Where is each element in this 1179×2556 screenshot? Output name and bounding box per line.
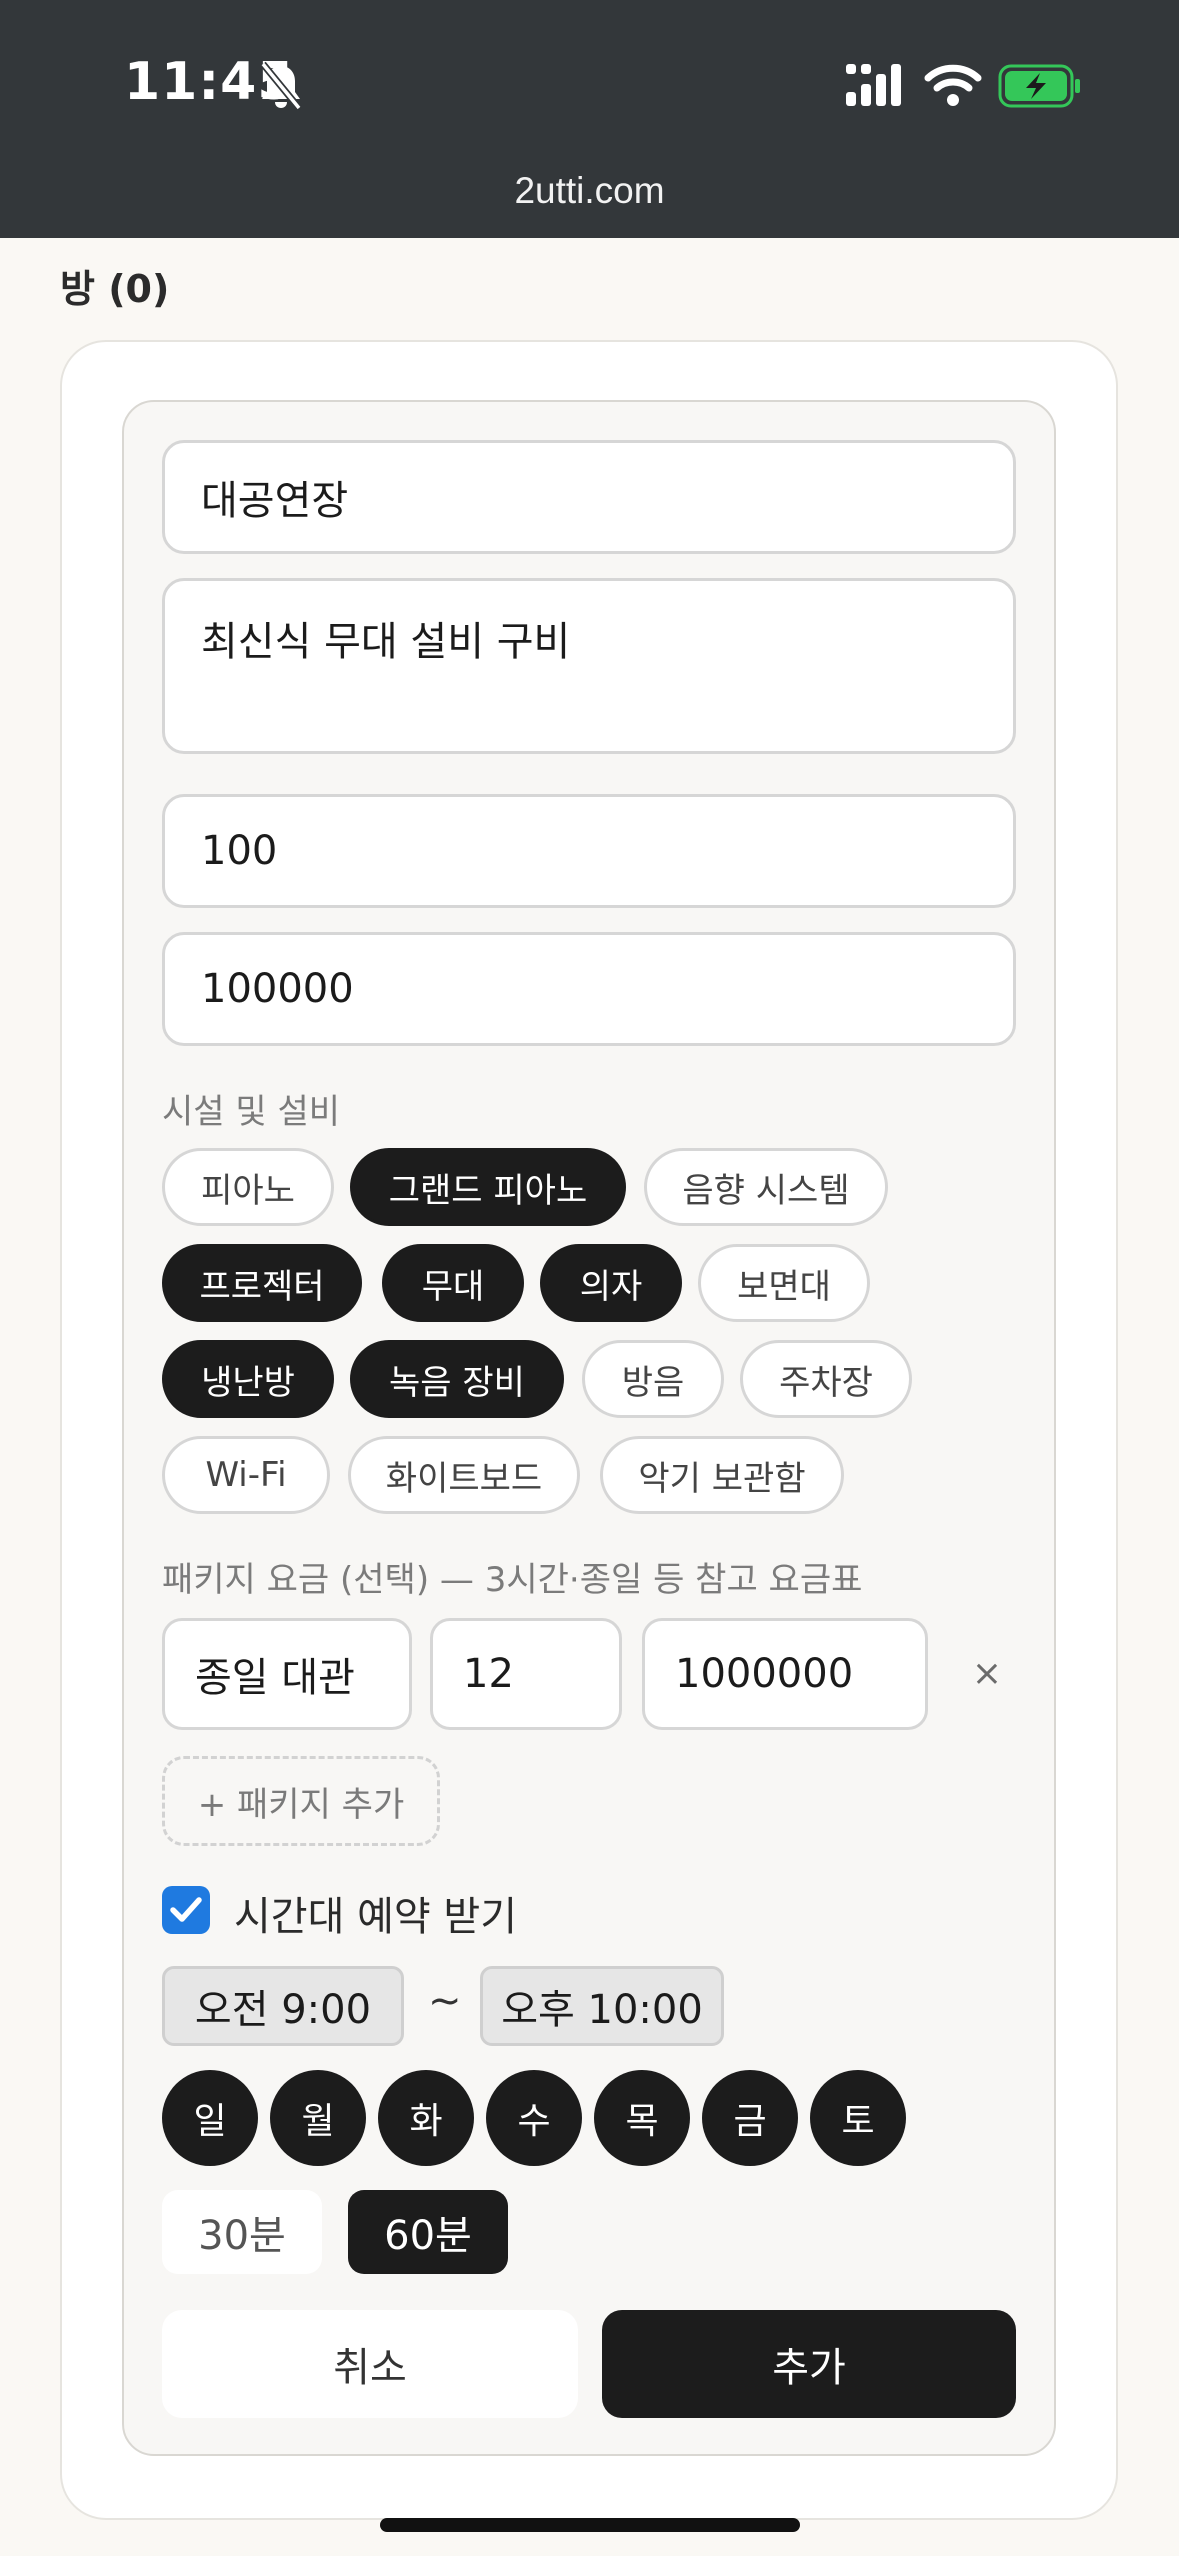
- cellular-signal-icon: [846, 64, 901, 106]
- day-toggle-thu[interactable]: 목: [594, 2070, 690, 2166]
- package-remove-button[interactable]: ×: [966, 1650, 1008, 1698]
- wifi-icon: [924, 64, 982, 106]
- day-toggle-mon[interactable]: 월: [270, 2070, 366, 2166]
- facility-chip-piano[interactable]: 피아노: [162, 1148, 334, 1226]
- day-toggle-fri[interactable]: 금: [702, 2070, 798, 2166]
- add-button[interactable]: 추가: [602, 2310, 1016, 2418]
- package-hours-input[interactable]: 12: [430, 1618, 622, 1730]
- day-toggle-wed[interactable]: 수: [486, 2070, 582, 2166]
- facility-chip-whiteboard[interactable]: 화이트보드: [348, 1436, 580, 1514]
- capacity-input[interactable]: 100: [162, 794, 1016, 908]
- battery-charging-icon: [998, 64, 1080, 108]
- cancel-button[interactable]: 취소: [162, 2310, 578, 2418]
- facility-chip-stage[interactable]: 무대: [382, 1244, 524, 1322]
- checkmark-icon: [170, 1897, 202, 1922]
- day-toggle-sat[interactable]: 토: [810, 2070, 906, 2166]
- duration-30-button[interactable]: 30분: [162, 2190, 322, 2274]
- facility-chip-chair[interactable]: 의자: [540, 1244, 682, 1322]
- facility-chip-recording[interactable]: 녹음 장비: [350, 1340, 564, 1418]
- add-package-button[interactable]: + 패키지 추가: [162, 1756, 440, 1846]
- bell-slash-icon: [260, 61, 302, 111]
- duration-60-button[interactable]: 60분: [348, 2190, 508, 2274]
- start-time-select[interactable]: 오전 9:00: [162, 1966, 404, 2046]
- facility-chip-hvac[interactable]: 냉난방: [162, 1340, 334, 1418]
- browser-url[interactable]: 2utti.com: [0, 170, 1179, 212]
- day-toggle-tue[interactable]: 화: [378, 2070, 474, 2166]
- price-input[interactable]: 100000: [162, 932, 1016, 1046]
- package-name-input[interactable]: 종일 대관: [162, 1618, 412, 1730]
- facility-chip-wifi[interactable]: Wi-Fi: [162, 1436, 330, 1514]
- facility-chip-music-stand[interactable]: 보면대: [698, 1244, 870, 1322]
- facility-chip-sound-system[interactable]: 음향 시스템: [644, 1148, 888, 1226]
- facility-chip-instrument-storage[interactable]: 악기 보관함: [600, 1436, 844, 1514]
- home-indicator[interactable]: [380, 2518, 800, 2532]
- end-time-select[interactable]: 오후 10:00: [480, 1966, 724, 2046]
- time-slot-checkbox[interactable]: [162, 1886, 210, 1934]
- room-description-input[interactable]: 최신식 무대 설비 구비: [162, 578, 1016, 754]
- section-title: 방 (0): [60, 267, 170, 311]
- package-label: 패키지 요금 (선택) — 3시간·종일 등 참고 요금표: [162, 1560, 863, 1600]
- status-bar: 11:45 2utti.com: [0, 0, 1179, 238]
- facility-chip-soundproof[interactable]: 방음: [582, 1340, 724, 1418]
- facility-chip-projector[interactable]: 프로젝터: [162, 1244, 362, 1322]
- time-slot-label: 시간대 예약 받기: [234, 1894, 518, 1940]
- time-range-separator: ~: [428, 1978, 462, 2024]
- facility-chip-parking[interactable]: 주차장: [740, 1340, 912, 1418]
- room-name-input[interactable]: 대공연장: [162, 440, 1016, 554]
- day-toggle-sun[interactable]: 일: [162, 2070, 258, 2166]
- package-price-input[interactable]: 1000000: [642, 1618, 928, 1730]
- facilities-label: 시설 및 설비: [162, 1092, 341, 1132]
- facility-chip-grand-piano[interactable]: 그랜드 피아노: [350, 1148, 626, 1226]
